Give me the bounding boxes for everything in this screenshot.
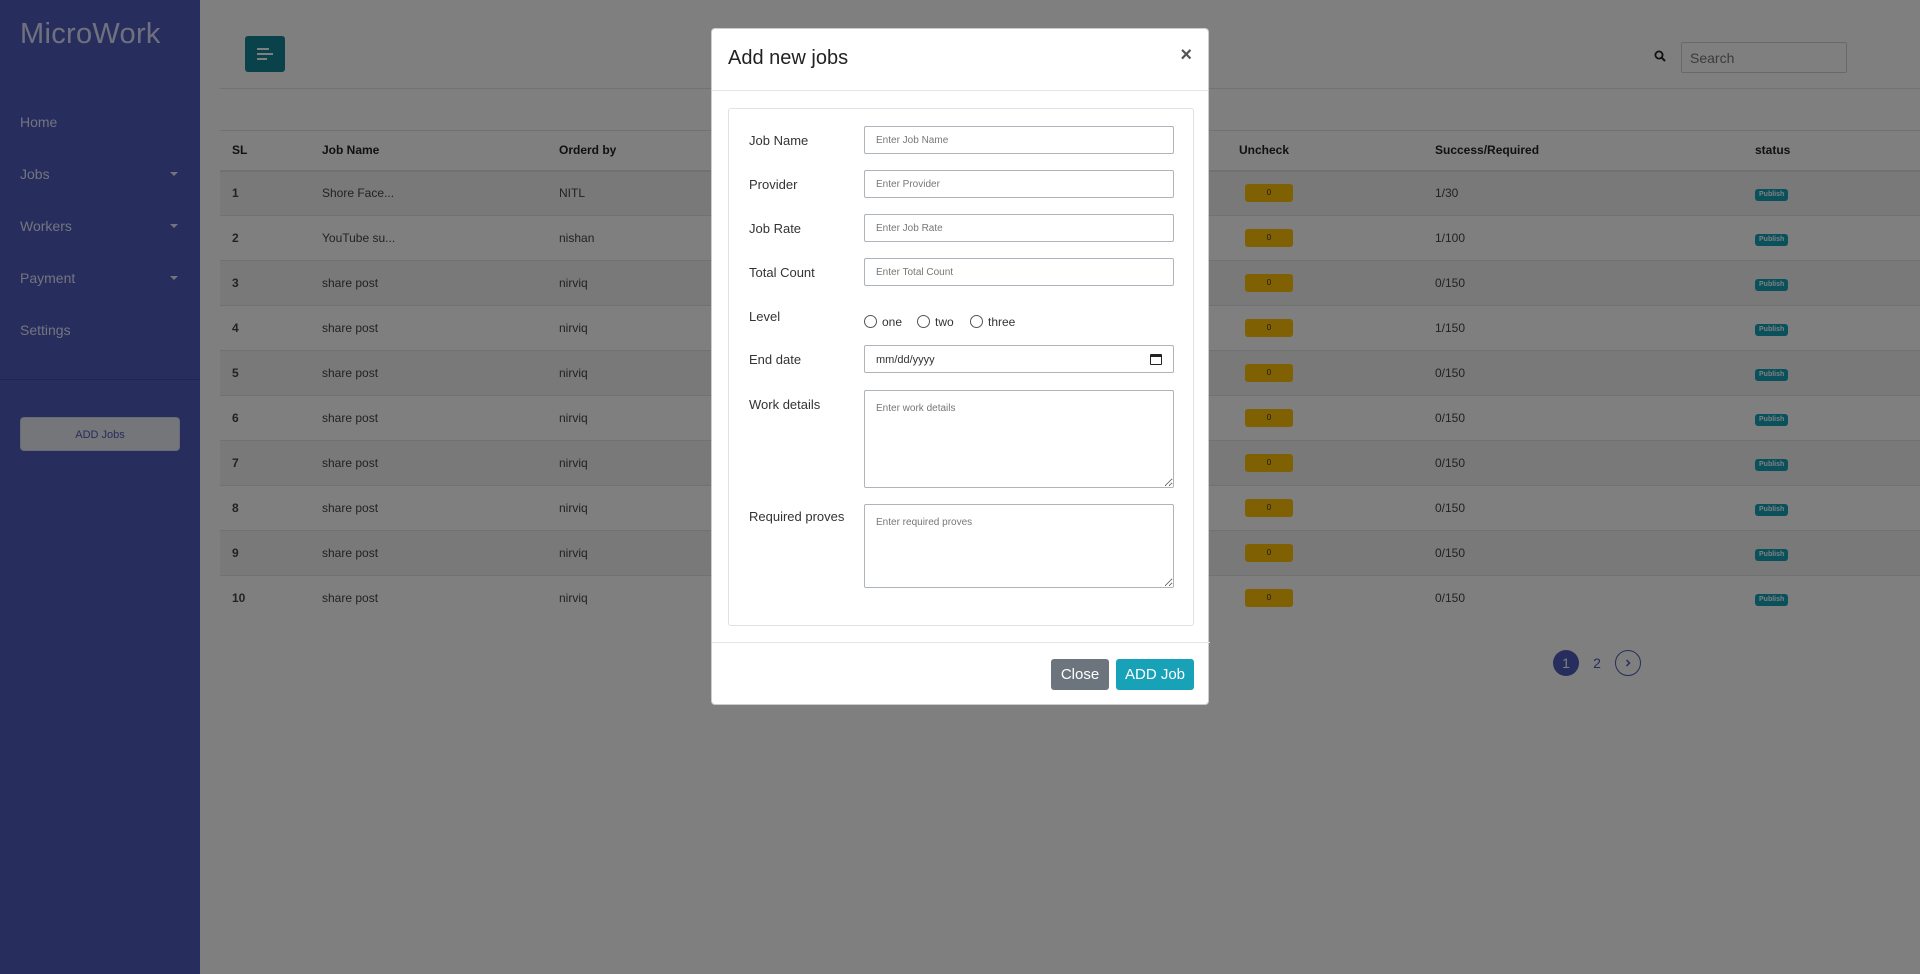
radio-label: one	[882, 315, 903, 329]
radio-label: two	[935, 315, 954, 329]
required-proves-textarea[interactable]	[864, 504, 1174, 588]
date-placeholder: mm/dd/yyyy	[876, 354, 935, 366]
radio-circle-icon	[917, 315, 930, 328]
level-label: Level	[749, 309, 781, 324]
work-details-textarea[interactable]	[864, 390, 1174, 488]
radio-label: three	[988, 315, 1016, 329]
modal-footer-divider	[712, 642, 1210, 643]
job-name-input[interactable]	[864, 126, 1174, 154]
end-date-input[interactable]: mm/dd/yyyy	[864, 345, 1174, 373]
total-count-input[interactable]	[864, 258, 1174, 286]
provider-input[interactable]	[864, 170, 1174, 198]
end-date-label: End date	[749, 352, 802, 367]
calendar-icon[interactable]	[1150, 354, 1162, 365]
radio-circle-icon	[864, 315, 877, 328]
required-proves-label: Required proves	[749, 509, 845, 524]
level-radio-two[interactable]: two	[917, 315, 954, 329]
close-button[interactable]: Close	[1051, 659, 1109, 690]
modal-header: Add new jobs ×	[712, 29, 1208, 91]
modal-title: Add new jobs	[728, 47, 849, 69]
job-rate-input[interactable]	[864, 214, 1174, 242]
close-icon[interactable]: ×	[1180, 45, 1192, 65]
job-form: Job Name Provider Job Rate Total Count L…	[728, 108, 1194, 626]
work-details-label: Work details	[749, 397, 821, 412]
job-rate-label: Job Rate	[749, 221, 802, 236]
provider-label: Provider	[749, 177, 798, 192]
add-job-button[interactable]: ADD Job	[1116, 659, 1194, 690]
job-name-label: Job Name	[749, 133, 809, 148]
level-radio-one[interactable]: one	[864, 315, 902, 329]
level-radio-three[interactable]: three	[970, 315, 1015, 329]
add-job-modal: Add new jobs × Job Name Provider Job Rat…	[711, 28, 1210, 705]
total-count-label: Total Count	[749, 265, 815, 280]
radio-circle-icon	[970, 315, 983, 328]
